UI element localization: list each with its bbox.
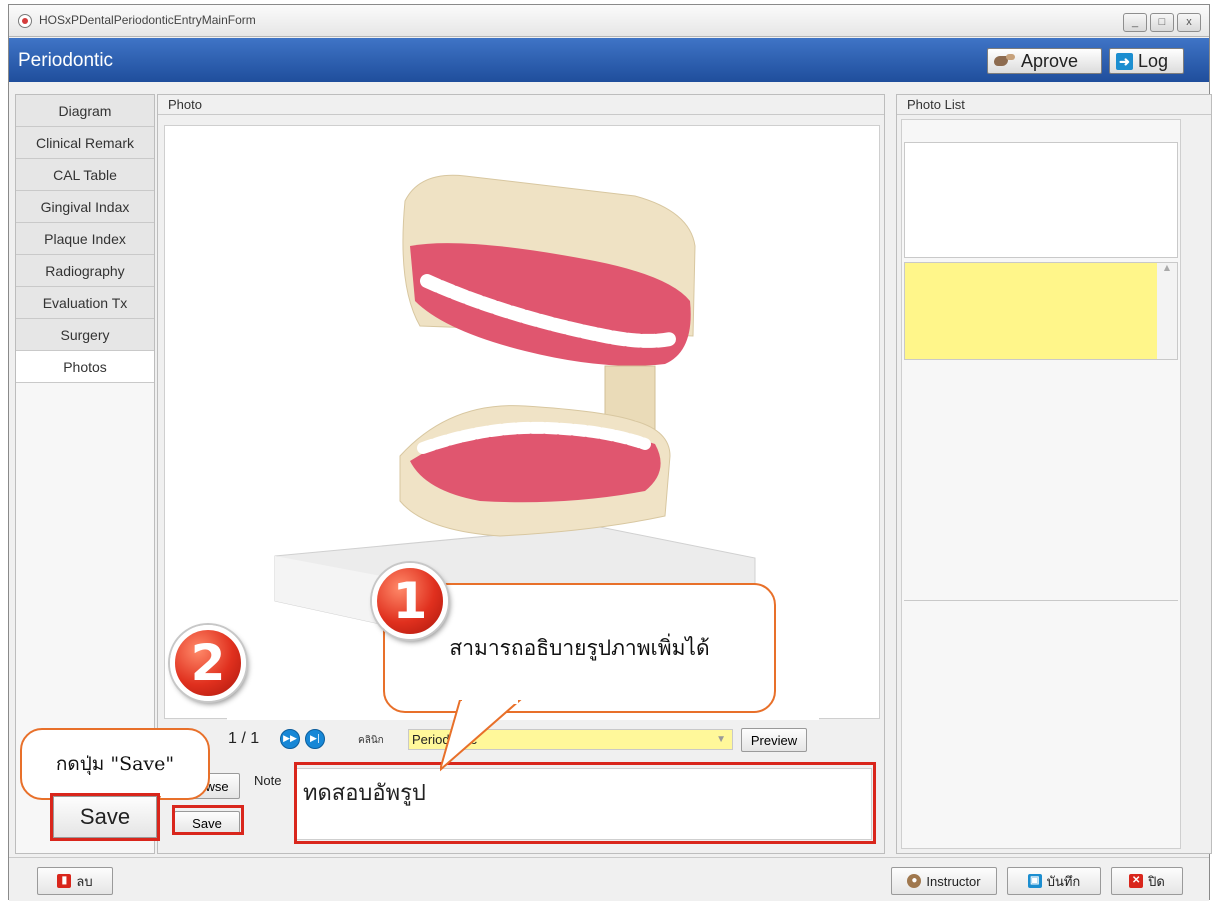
delete-button[interactable]: ▮ ลบ	[37, 867, 113, 895]
step-two-badge: 2	[170, 625, 246, 701]
window-controls: _ □ x	[1123, 13, 1201, 32]
list-divider	[904, 600, 1178, 601]
approve-label: Aprove	[1021, 50, 1079, 71]
tab-surgery[interactable]: Surgery	[16, 319, 154, 351]
chevron-down-icon: ▼	[716, 734, 726, 745]
callout-save-text: กดปุ่ม "Save"	[55, 753, 175, 775]
save-highlight-box	[172, 805, 244, 835]
log-icon: ➜	[1116, 52, 1133, 70]
list-item-selected[interactable]: ▲	[904, 262, 1178, 360]
note-highlight-box	[294, 762, 876, 844]
record-save-label: บันทึก	[1046, 873, 1081, 889]
log-button[interactable]: ➜ Log	[1109, 48, 1184, 74]
tab-plaque-index[interactable]: Plaque Index	[16, 223, 154, 255]
tab-evaluation-tx[interactable]: Evaluation Tx	[16, 287, 154, 319]
photo-list: ▲	[901, 119, 1181, 849]
app-logo-icon	[18, 14, 32, 28]
record-save-button[interactable]: ▣ บันทึก	[1007, 867, 1101, 895]
preview-button[interactable]: Preview	[741, 728, 807, 752]
photo-panel-header: Photo	[158, 95, 884, 115]
tab-cal-table[interactable]: CAL Table	[16, 159, 154, 191]
delete-label: ลบ	[76, 873, 93, 889]
tab-radiography[interactable]: Radiography	[16, 255, 154, 287]
footer-bar: ▮ ลบ ● Instructor ▣ บันทึก ✕ ปิด	[9, 857, 1209, 901]
close-icon: ✕	[1129, 874, 1144, 888]
window-title: HOSxPDentalPeriodonticEntryMainForm	[39, 13, 256, 27]
last-photo-icon[interactable]: ▶|	[305, 729, 325, 749]
close-button[interactable]: ✕ ปิด	[1111, 867, 1183, 895]
maximize-button[interactable]: □	[1150, 13, 1174, 32]
big-save-highlight-box	[50, 793, 160, 841]
log-label: Log	[1138, 50, 1169, 71]
photo-list-panel: Photo List ▲	[896, 94, 1212, 854]
tab-photos[interactable]: Photos	[16, 351, 154, 383]
user-icon: ●	[907, 874, 922, 888]
instructor-label: Instructor	[926, 873, 981, 889]
photo-list-header: Photo List	[897, 95, 1211, 115]
callout-note-text: สามารถอธิบายรูปภาพเพิ่มได้	[449, 635, 710, 660]
step-one-badge: 1	[372, 563, 448, 639]
trash-icon: ▮	[57, 874, 72, 888]
list-scrollbar[interactable]: ▲	[1157, 263, 1177, 359]
close-label: ปิด	[1148, 873, 1165, 889]
approve-button[interactable]: Aprove	[987, 48, 1102, 74]
minimize-button[interactable]: _	[1123, 13, 1147, 32]
tab-gingival-index[interactable]: Gingival Indax	[16, 191, 154, 223]
handshake-icon	[994, 54, 1016, 68]
page-title: Periodontic	[18, 50, 114, 71]
callout-note-tail	[440, 700, 522, 772]
next-photo-icon[interactable]: ▶▶	[280, 729, 300, 749]
title-bar: HOSxPDentalPeriodonticEntryMainForm _ □ …	[9, 5, 1209, 37]
clinic-label: คลินิก	[358, 735, 384, 746]
form-header: Periodontic Aprove ➜ Log	[9, 38, 1209, 82]
floppy-disk-icon: ▣	[1027, 874, 1042, 888]
close-window-button[interactable]: x	[1177, 13, 1201, 32]
callout-save: กดปุ่ม "Save"	[20, 728, 210, 800]
note-label: Note	[254, 773, 282, 788]
list-item[interactable]	[904, 142, 1178, 258]
page-indicator: 1 / 1	[228, 730, 260, 747]
tab-clinical-remark[interactable]: Clinical Remark	[16, 127, 154, 159]
tab-diagram[interactable]: Diagram	[16, 95, 154, 127]
instructor-button[interactable]: ● Instructor	[891, 867, 997, 895]
